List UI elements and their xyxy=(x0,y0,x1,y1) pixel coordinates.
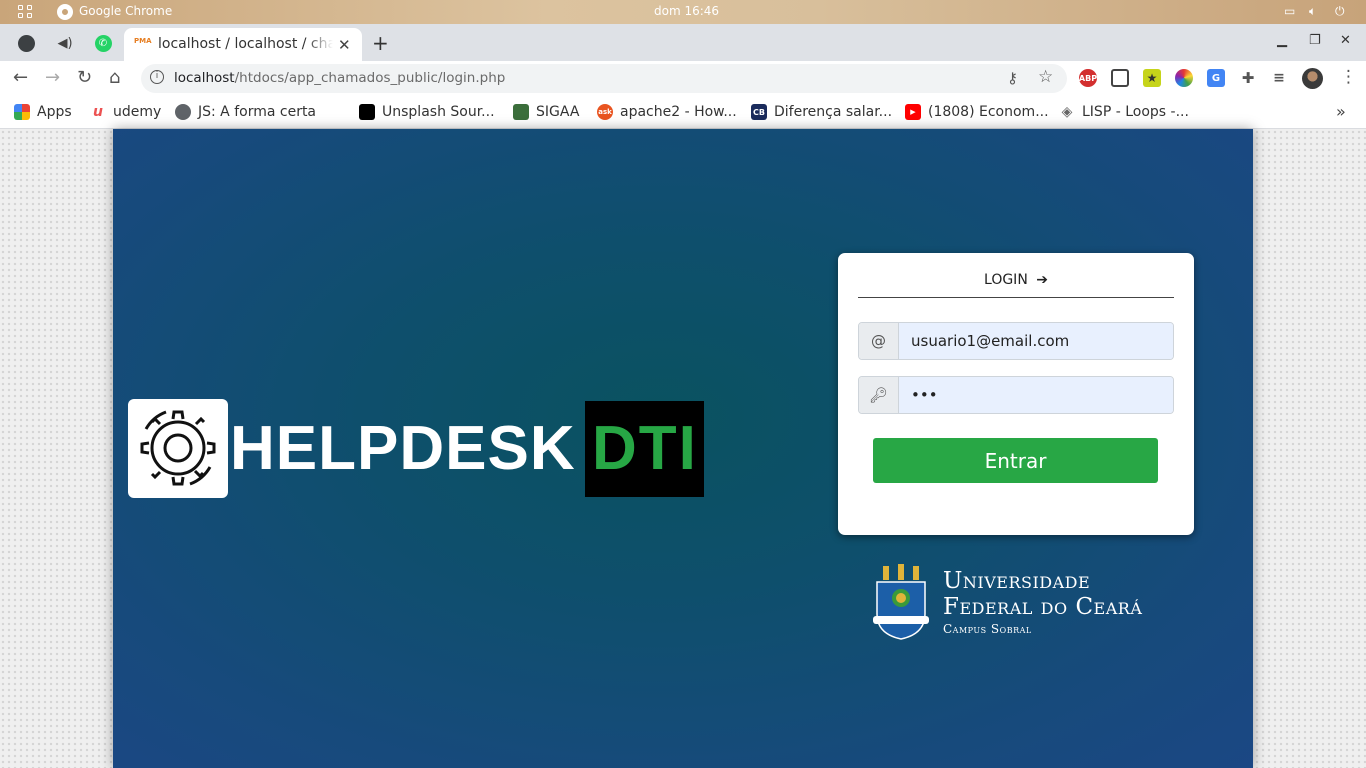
back-button[interactable]: ← xyxy=(13,67,28,88)
bookmarks-bar: Apps u udemy JS: A forma certa Unsplash S… xyxy=(0,96,1366,129)
pinned-tab-globe[interactable] xyxy=(14,32,38,54)
bookmark-youtube[interactable]: ▶ (1808) Econom... xyxy=(905,101,1049,123)
bookmarks-overflow-icon[interactable]: » xyxy=(1336,102,1346,121)
app-grid-icon[interactable] xyxy=(18,5,33,19)
profile-avatar[interactable] xyxy=(1302,68,1323,89)
cb-icon: CB xyxy=(751,104,767,120)
adblock-plus-icon[interactable]: ABP xyxy=(1079,69,1097,87)
new-tab-button[interactable]: + xyxy=(372,31,389,55)
forward-button[interactable]: → xyxy=(45,67,60,88)
browser-toolbar: ← → ↻ ⌂ i localhost/htdocs/app_chamados_… xyxy=(0,61,1366,96)
brand-dti: DTI xyxy=(592,414,698,483)
bookmark-askubuntu[interactable]: ask apache2 - How... xyxy=(597,101,737,123)
ufc-line-2: Federal do Ceará xyxy=(943,594,1143,620)
bookmark-js[interactable]: JS: A forma certa xyxy=(175,101,316,123)
power-icon[interactable]: ⏻ xyxy=(1335,4,1345,19)
bookmark-label: LISP - Loops -... xyxy=(1082,104,1189,120)
login-title: LOGIN xyxy=(984,272,1028,288)
login-header: LOGIN ➔ xyxy=(858,272,1174,298)
globe-icon xyxy=(17,34,35,52)
chrome-icon xyxy=(57,4,73,20)
ufc-name: Universidade Federal do Ceará Campus Sob… xyxy=(943,568,1142,636)
reload-button[interactable]: ↻ xyxy=(77,67,92,88)
sigaa-icon xyxy=(513,104,529,120)
os-clock[interactable]: dom 16:46 xyxy=(654,4,719,18)
whatsapp-icon: ✆ xyxy=(94,34,112,52)
unsplash-icon xyxy=(359,104,375,120)
url-text[interactable]: localhost/htdocs/app_chamados_public/log… xyxy=(174,70,505,86)
password-input[interactable] xyxy=(899,377,1173,413)
pinned-tab-whatsapp[interactable]: ✆ xyxy=(91,32,115,54)
ufc-line-3: Campus Sobral xyxy=(943,622,1032,636)
email-input[interactable] xyxy=(899,323,1173,359)
bookmark-star-icon[interactable]: ☆ xyxy=(1038,67,1053,87)
globe-icon xyxy=(175,104,191,120)
screenshot-extension-icon[interactable] xyxy=(1111,69,1129,87)
google-translate-icon[interactable]: G xyxy=(1207,69,1225,87)
bookmark-apps[interactable]: Apps xyxy=(14,101,72,123)
bookmark-label: udemy xyxy=(113,104,162,120)
os-app-name[interactable]: Google Chrome xyxy=(79,4,172,18)
bookmark-cb[interactable]: CB Diferença salar... xyxy=(751,101,892,123)
color-picker-extension-icon[interactable] xyxy=(1175,69,1193,87)
sign-in-icon: ➔ xyxy=(1036,272,1048,288)
address-bar[interactable]: i localhost/htdocs/app_chamados_public/l… xyxy=(141,64,1067,93)
login-page-container: HELPDESK DTI LOGIN ➔ @ 🔑︎ Entrar xyxy=(113,129,1253,768)
speaker-icon: ◀︎) xyxy=(57,35,73,51)
ufc-logo: Universidade Federal do Ceará Campus Sob… xyxy=(871,562,1171,642)
email-field-group: @ xyxy=(858,322,1174,360)
url-host: localhost xyxy=(174,70,235,86)
url-path: /htdocs/app_chamados_public/login.php xyxy=(234,70,506,86)
at-sign-icon: @ xyxy=(859,323,899,359)
bookmark-sigaa[interactable]: SIGAA xyxy=(513,101,579,123)
bookmark-label: Diferença salar... xyxy=(774,104,893,120)
bookmark-label: Unsplash Sour... xyxy=(382,104,495,120)
ufc-crest-icon xyxy=(873,564,929,640)
screen-icon[interactable]: ▭ xyxy=(1284,4,1295,18)
key-icon: 🔑︎ xyxy=(859,377,899,413)
youtube-icon: ▶ xyxy=(905,104,921,120)
site-info-icon[interactable]: i xyxy=(150,70,164,84)
bookmark-udemy[interactable]: u udemy xyxy=(90,101,161,123)
udemy-icon: u xyxy=(93,104,103,120)
helpdesk-logo xyxy=(128,399,228,498)
ufc-line-1: Universidade xyxy=(943,568,1091,594)
volume-icon[interactable]: 🔈︎ xyxy=(1309,4,1316,19)
tab-strip: ◀︎) ✆ PMA localhost / localhost / chamad… xyxy=(0,24,1366,61)
apps-grid-icon xyxy=(14,104,30,120)
bookmark-label: SIGAA xyxy=(536,104,580,120)
login-card: LOGIN ➔ @ 🔑︎ Entrar xyxy=(838,253,1194,535)
entrar-button[interactable]: Entrar xyxy=(873,438,1158,483)
bookmark-label: apache2 - How... xyxy=(620,104,737,120)
minimize-icon[interactable]: ▁ xyxy=(1277,33,1287,48)
tab-close-icon[interactable]: ✕ xyxy=(338,36,351,54)
active-tab[interactable]: PMA localhost / localhost / chamados ✕ xyxy=(124,28,362,61)
gear-icon xyxy=(140,410,216,486)
bookmark-label: (1808) Econom... xyxy=(928,104,1049,120)
star-extension-icon[interactable]: ★ xyxy=(1143,69,1161,87)
tab-title: localhost / localhost / chamados xyxy=(158,36,333,52)
restore-icon[interactable]: ❐ xyxy=(1309,33,1321,48)
brand-helpdesk: HELPDESK xyxy=(230,414,576,483)
phpmyadmin-favicon-icon: PMA xyxy=(134,37,152,45)
browser-menu-icon[interactable]: ⋮ xyxy=(1340,67,1357,87)
diamond-icon: ◈ xyxy=(1061,104,1073,120)
extensions-puzzle-icon[interactable]: ✚ xyxy=(1239,69,1257,87)
askubuntu-icon: ask xyxy=(597,104,613,120)
home-button[interactable]: ⌂ xyxy=(109,67,120,88)
os-top-bar: Google Chrome dom 16:46 ▭ 🔈︎ ⏻ xyxy=(0,0,1366,24)
pinned-tab-audio[interactable]: ◀︎) xyxy=(53,32,77,54)
bookmark-lisp[interactable]: ◈ LISP - Loops -... xyxy=(1059,101,1189,123)
bookmark-label: Apps xyxy=(37,104,72,120)
bookmark-unsplash[interactable]: Unsplash Sour... xyxy=(359,101,495,123)
window-close-icon[interactable]: ✕ xyxy=(1340,33,1351,48)
password-field-group: 🔑︎ xyxy=(858,376,1174,414)
key-icon[interactable]: ⚷ xyxy=(1007,69,1018,87)
bookmark-label: JS: A forma certa xyxy=(198,104,317,120)
page-viewport: HELPDESK DTI LOGIN ➔ @ 🔑︎ Entrar xyxy=(0,129,1366,768)
media-queue-icon[interactable]: ≡ xyxy=(1270,69,1288,87)
